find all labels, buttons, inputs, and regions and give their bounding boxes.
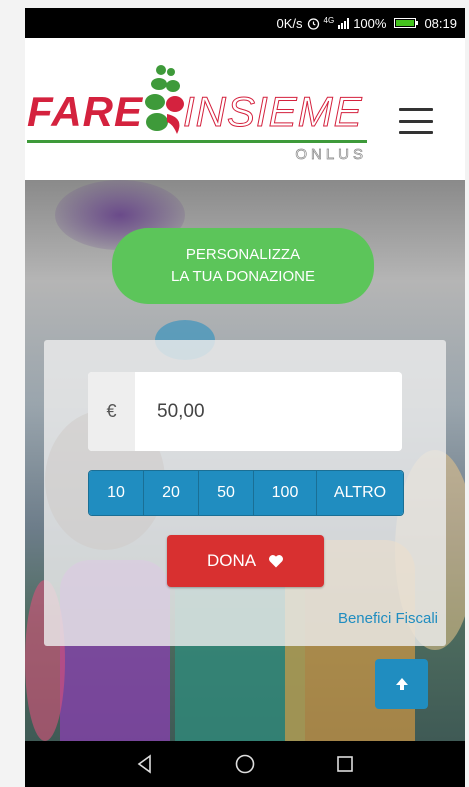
- cta-line-2: LA TUA DONAZIONE: [171, 268, 315, 285]
- network-speed: 0K/s: [276, 15, 303, 31]
- heart-icon: [269, 555, 284, 568]
- cta-line-1: PERSONALIZZA: [185, 246, 301, 263]
- dona-label: DONA: [206, 551, 257, 570]
- logo-word-fare: FARE: [27, 88, 144, 135]
- benefici-fiscali-link[interactable]: Benefici Fiscali: [338, 610, 438, 627]
- amount-field-group: €: [88, 372, 402, 451]
- preset-20-button[interactable]: 20: [144, 471, 199, 515]
- battery-percent: 100%: [353, 15, 387, 31]
- donation-hero: PERSONALIZZA LA TUA DONAZIONE € 10 20 50…: [25, 180, 465, 741]
- preset-50-button[interactable]: 50: [199, 471, 254, 515]
- signal-icon: [338, 17, 350, 29]
- logo-word-insieme: INSIEME: [183, 88, 363, 136]
- donation-panel: € 10 20 50 100 ALTRO DONA Benefici Fisca…: [44, 340, 446, 646]
- dona-button[interactable]: DONA: [167, 535, 324, 587]
- amount-input[interactable]: [135, 372, 402, 451]
- status-bar: 0K/s 4G 100% 08:19: [25, 8, 465, 38]
- alarm-icon: [307, 17, 320, 30]
- personalizza-button[interactable]: PERSONALIZZA LA TUA DONAZIONE: [112, 228, 374, 304]
- site-header: FARE INSIEME ONLUS: [25, 38, 465, 180]
- recents-icon[interactable]: [332, 751, 358, 777]
- hamburger-menu-icon[interactable]: [399, 108, 433, 134]
- preset-10-button[interactable]: 10: [89, 471, 144, 515]
- scroll-top-button[interactable]: [375, 659, 428, 709]
- home-icon[interactable]: [232, 751, 258, 777]
- preset-amounts: 10 20 50 100 ALTRO: [88, 470, 404, 516]
- battery-icon: [394, 18, 419, 28]
- logo[interactable]: FARE INSIEME ONLUS: [27, 62, 373, 164]
- preset-altro-button[interactable]: ALTRO: [317, 471, 403, 515]
- android-nav-bar: [25, 741, 465, 787]
- arrow-up-icon: [395, 678, 408, 690]
- logo-onlus: ONLUS: [295, 146, 367, 164]
- back-icon[interactable]: [132, 751, 158, 777]
- phone-screen: 0K/s 4G 100% 08:19 FARE INSIEME ONLUS PE…: [25, 8, 465, 787]
- network-type: 4G: [323, 15, 335, 25]
- currency-addon: €: [88, 372, 135, 451]
- plant-icon: [145, 65, 184, 134]
- preset-100-button[interactable]: 100: [254, 471, 317, 515]
- logo-underline: [27, 140, 367, 143]
- clock: 08:19: [424, 15, 457, 31]
